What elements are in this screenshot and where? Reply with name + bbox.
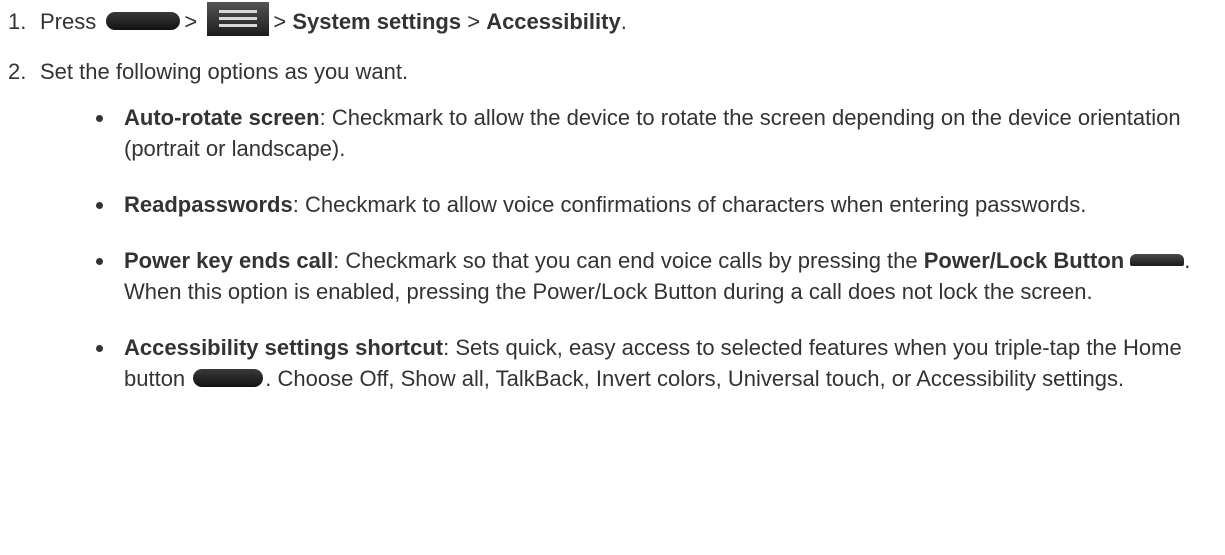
list-item-auto-rotate: Auto-rotate screen: Checkmark to allow t… xyxy=(96,102,1216,164)
bullet-icon xyxy=(96,115,103,122)
separator: > xyxy=(467,9,481,34)
options-list: Auto-rotate screen: Checkmark to allow t… xyxy=(96,102,1216,419)
option-term: Power key ends call xyxy=(124,248,334,273)
step-text: Press xyxy=(40,9,97,34)
power-lock-button-term: Power/Lock Button xyxy=(923,248,1125,273)
option-term: Auto-rotate screen xyxy=(124,105,320,130)
step-number: 1. xyxy=(8,9,27,34)
separator: > xyxy=(273,9,287,34)
bullet-icon xyxy=(96,258,103,265)
step-2: 2. Set the following options as you want. xyxy=(8,56,1208,87)
option-term: Readpasswords xyxy=(124,192,293,217)
menu-path-accessibility: Accessibility xyxy=(486,9,621,34)
step-number: 2. xyxy=(8,59,27,84)
option-description-cont: . Choose Off, Show all, TalkBack, Invert… xyxy=(265,366,1125,391)
step-1: 1. Press > > System settings > Accessibil… xyxy=(8,2,1208,40)
list-item-read-passwords: Readpasswords: Checkmark to allow voice … xyxy=(96,189,1216,220)
step-text: Set the following options as you want. xyxy=(40,59,409,84)
power-lock-key-icon xyxy=(1130,254,1185,267)
list-item-power-key-ends-call: Power key ends call: Checkmark so that y… xyxy=(96,245,1216,307)
option-description: : Checkmark so that you can end voice ca… xyxy=(333,248,918,273)
bullet-icon xyxy=(96,345,103,352)
home-key-icon xyxy=(193,369,264,388)
list-item-accessibility-shortcut: Accessibility settings shortcut: Sets qu… xyxy=(96,332,1216,394)
menu-path-system-settings: System settings xyxy=(292,9,462,34)
option-description: : Checkmark to allow voice confirmations… xyxy=(292,192,1087,217)
option-term: Accessibility settings shortcut xyxy=(124,335,444,360)
punctuation: . xyxy=(620,9,627,34)
separator: > xyxy=(184,9,198,34)
menu-key-icon xyxy=(207,2,270,37)
home-key-icon xyxy=(106,12,181,31)
bullet-icon xyxy=(96,202,103,209)
